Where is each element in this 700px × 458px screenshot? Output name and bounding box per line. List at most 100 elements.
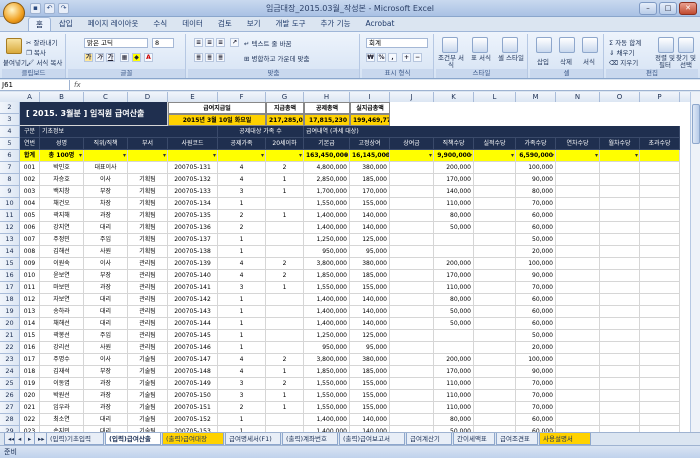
- sheet-tab[interactable]: (입력)급여산출: [105, 433, 161, 445]
- data-cell[interactable]: 70,000: [516, 198, 556, 210]
- data-cell[interactable]: [600, 294, 640, 306]
- data-cell[interactable]: [600, 390, 640, 402]
- data-cell[interactable]: 1,250,000: [304, 234, 350, 246]
- column-title[interactable]: 고정상여: [350, 138, 390, 150]
- column-title[interactable]: 기본급: [304, 138, 350, 150]
- maximize-button[interactable]: □: [659, 2, 677, 15]
- data-cell[interactable]: 380,000: [350, 258, 390, 270]
- data-cell[interactable]: [266, 330, 304, 342]
- data-cell[interactable]: 1,250,000: [304, 330, 350, 342]
- sheet-tab[interactable]: (출력)급여보고서: [339, 433, 405, 445]
- data-cell[interactable]: 200705-132: [168, 174, 218, 186]
- cut-button[interactable]: ✂ 잘라내기: [26, 37, 57, 47]
- data-cell[interactable]: 200705-140: [168, 270, 218, 282]
- data-cell[interactable]: 관리팀: [128, 294, 168, 306]
- data-cell[interactable]: 기술팀: [128, 414, 168, 426]
- group-header[interactable]: 공제대상 가족 수: [218, 126, 304, 138]
- data-cell[interactable]: 3: [218, 378, 266, 390]
- data-cell[interactable]: 80,000: [434, 294, 474, 306]
- data-cell[interactable]: 1: [218, 198, 266, 210]
- vertical-scrollbar[interactable]: [690, 92, 700, 432]
- row-header[interactable]: 9: [0, 186, 20, 198]
- number-format-combo[interactable]: 회계: [366, 38, 428, 48]
- data-cell[interactable]: 140,000: [350, 294, 390, 306]
- data-cell[interactable]: 관리팀: [128, 270, 168, 282]
- insert-cells-button[interactable]: 삽입: [537, 56, 549, 66]
- data-cell[interactable]: 380,000: [350, 162, 390, 174]
- data-cell[interactable]: 1,550,000: [304, 282, 350, 294]
- data-cell[interactable]: 1,400,000: [304, 210, 350, 222]
- data-cell[interactable]: 관리팀: [128, 282, 168, 294]
- sheet-tab[interactable]: 급여조견표: [496, 433, 538, 445]
- data-cell[interactable]: 과장: [84, 402, 128, 414]
- data-cell[interactable]: 019: [20, 378, 40, 390]
- data-cell[interactable]: 4: [218, 258, 266, 270]
- group-header[interactable]: 구분: [20, 126, 40, 138]
- formula-input[interactable]: [88, 80, 700, 90]
- data-cell[interactable]: 관리팀: [128, 342, 168, 354]
- data-cell[interactable]: 기술팀: [128, 366, 168, 378]
- italic-button[interactable]: 가: [95, 53, 104, 62]
- summary-value[interactable]: 17,815,230: [304, 114, 350, 126]
- row-header[interactable]: 28: [0, 414, 20, 426]
- data-cell[interactable]: [600, 234, 640, 246]
- total-cell[interactable]: ▾: [84, 150, 128, 162]
- column-title[interactable]: 연차수당: [556, 138, 600, 150]
- data-cell[interactable]: [600, 342, 640, 354]
- data-cell[interactable]: 185,000: [350, 174, 390, 186]
- autosum-button[interactable]: Σ 자동 합계: [609, 37, 641, 47]
- data-cell[interactable]: 50,000: [516, 330, 556, 342]
- tab-1[interactable]: 삽입: [52, 17, 80, 31]
- data-cell[interactable]: 기획팀: [128, 222, 168, 234]
- data-cell[interactable]: [640, 366, 680, 378]
- data-cell[interactable]: [390, 174, 434, 186]
- column-title[interactable]: 직책수당: [434, 138, 474, 150]
- data-cell[interactable]: 기획팀: [128, 246, 168, 258]
- total-cell[interactable]: 총 100명 ▾: [40, 150, 84, 162]
- merge-center-button[interactable]: ⊞ 병합하고 가운데 맞춤: [244, 53, 309, 63]
- sheet-tab[interactable]: 간이세액표: [453, 433, 495, 445]
- data-cell[interactable]: 대표이사: [84, 162, 128, 174]
- total-cell[interactable]: ▾: [474, 150, 516, 162]
- data-cell[interactable]: 대리: [84, 318, 128, 330]
- data-cell[interactable]: 1,550,000: [304, 402, 350, 414]
- find-select-button[interactable]: 찾기 및 선택: [675, 55, 697, 69]
- summary-value[interactable]: 2015년 3월 10일 화요일: [168, 114, 266, 126]
- column-title[interactable]: 가족수당: [516, 138, 556, 150]
- column-title[interactable]: 공제가족: [218, 138, 266, 150]
- data-cell[interactable]: 송하라: [40, 306, 84, 318]
- data-cell[interactable]: [474, 246, 516, 258]
- data-cell[interactable]: 2: [266, 354, 304, 366]
- align-bottom-icon[interactable]: ≡: [216, 38, 225, 47]
- row-header[interactable]: 17: [0, 282, 20, 294]
- data-cell[interactable]: 사원: [84, 246, 128, 258]
- data-cell[interactable]: [600, 210, 640, 222]
- fill-color-icon[interactable]: ◆: [132, 53, 141, 62]
- data-cell[interactable]: [600, 258, 640, 270]
- row-header[interactable]: 20: [0, 318, 20, 330]
- data-cell[interactable]: 채건오: [40, 198, 84, 210]
- data-cell[interactable]: [556, 174, 600, 186]
- data-cell[interactable]: [266, 306, 304, 318]
- total-cell[interactable]: ▾: [390, 150, 434, 162]
- data-cell[interactable]: [434, 330, 474, 342]
- data-cell[interactable]: [600, 174, 640, 186]
- data-cell[interactable]: [600, 270, 640, 282]
- data-cell[interactable]: [474, 294, 516, 306]
- data-cell[interactable]: 70,000: [516, 378, 556, 390]
- data-cell[interactable]: 이원숙: [40, 258, 84, 270]
- data-cell[interactable]: [474, 234, 516, 246]
- data-cell[interactable]: [474, 198, 516, 210]
- comma-icon[interactable]: ,: [388, 53, 397, 62]
- data-cell[interactable]: [128, 162, 168, 174]
- data-cell[interactable]: 박민호: [40, 162, 84, 174]
- copy-button[interactable]: ❐ 복사: [26, 47, 46, 57]
- summary-value[interactable]: 217,285,000: [266, 114, 304, 126]
- row-header[interactable]: 22: [0, 342, 20, 354]
- data-cell[interactable]: 200705-136: [168, 222, 218, 234]
- data-cell[interactable]: 155,000: [350, 402, 390, 414]
- align-center-icon[interactable]: ≣: [205, 53, 214, 62]
- data-cell[interactable]: [600, 186, 640, 198]
- data-cell[interactable]: 대리: [84, 294, 128, 306]
- column-title[interactable]: 20세이하: [266, 138, 304, 150]
